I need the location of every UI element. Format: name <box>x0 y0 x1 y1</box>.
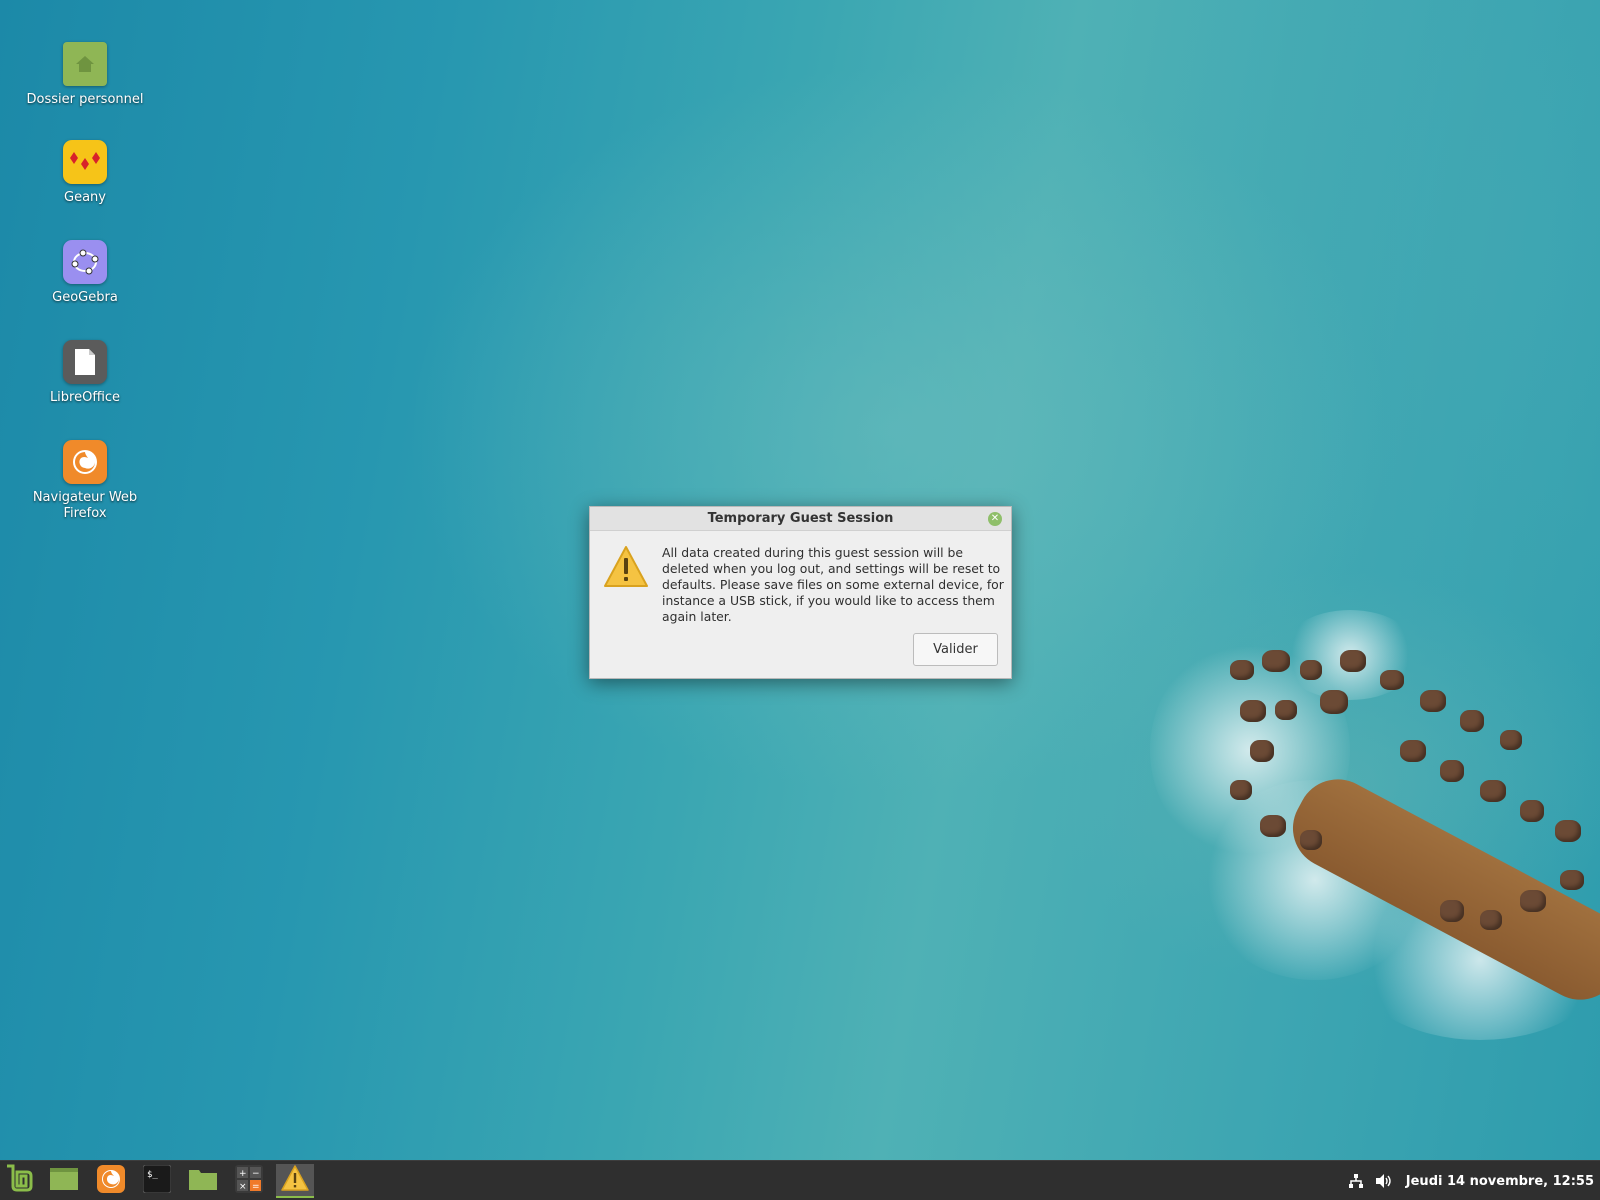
close-icon[interactable]: ✕ <box>988 512 1002 526</box>
files-launcher[interactable] <box>184 1164 222 1198</box>
volume-icon[interactable] <box>1374 1171 1394 1191</box>
calculator-launcher[interactable]: + − × = <box>230 1164 268 1198</box>
libreoffice-icon <box>63 340 107 384</box>
terminal-icon: $_ <box>142 1164 172 1197</box>
desktop-icon-label: Navigateur Web Firefox <box>32 490 138 521</box>
terminal-launcher[interactable]: $_ <box>138 1164 176 1198</box>
system-tray: Jeudi 14 novembre, 12:55 <box>1346 1161 1600 1200</box>
desktop-icon-label: Dossier personnel <box>26 92 144 107</box>
firefox-launcher[interactable] <box>92 1164 130 1198</box>
dialog-titlebar[interactable]: Temporary Guest Session ✕ <box>590 507 1011 531</box>
desktop-icon-geogebra[interactable]: GeoGebra <box>20 240 150 306</box>
files-icon <box>188 1167 218 1195</box>
mint-menu-icon <box>5 1164 37 1198</box>
desktop-icon-label: Geany <box>64 190 106 205</box>
firefox-icon <box>63 440 107 484</box>
geany-icon <box>63 140 107 184</box>
taskbar: $_ + − × = Jeudi 14 novembre, 12:55 <box>0 1160 1600 1200</box>
desktop-icon-libreoffice[interactable]: LibreOffice <box>20 340 150 406</box>
desktop-icon-home-folder[interactable]: Dossier personnel <box>20 42 150 108</box>
calculator-icon: + − × = <box>235 1165 263 1197</box>
desktop-icon-label: LibreOffice <box>49 390 121 405</box>
dialog-message: All data created during this guest sessi… <box>662 545 1004 624</box>
warning-icon <box>280 1164 310 1196</box>
warning-icon <box>603 545 649 593</box>
firefox-icon <box>97 1165 125 1197</box>
mint-menu-button[interactable] <box>2 1164 40 1198</box>
svg-text:$_: $_ <box>147 1170 158 1180</box>
desktop-icon-label: GeoGebra <box>52 290 118 305</box>
svg-text:−: − <box>252 1169 260 1179</box>
clock[interactable]: Jeudi 14 novembre, 12:55 <box>1406 1174 1594 1189</box>
dialog-title: Temporary Guest Session <box>707 511 894 526</box>
desktop-icon-geany[interactable]: Geany <box>20 140 150 206</box>
svg-text:=: = <box>252 1182 260 1192</box>
guest-session-dialog: Temporary Guest Session ✕ All data creat… <box>589 506 1012 679</box>
home-folder-icon <box>63 42 107 86</box>
geogebra-icon <box>63 240 107 284</box>
desktop-icon-firefox[interactable]: Navigateur Web Firefox <box>20 440 150 522</box>
show-desktop-icon <box>49 1167 79 1195</box>
warning-window-button[interactable] <box>276 1164 314 1198</box>
network-icon[interactable] <box>1346 1171 1366 1191</box>
svg-text:+: + <box>239 1169 247 1179</box>
desktop-wallpaper: Dossier personnel Geany GeoGebra LibreOf… <box>0 0 1600 1160</box>
svg-text:×: × <box>239 1182 247 1192</box>
show-desktop-button[interactable] <box>45 1164 83 1198</box>
dialog-body: All data created during this guest sessi… <box>590 531 1011 679</box>
valider-button[interactable]: Valider <box>913 633 998 666</box>
